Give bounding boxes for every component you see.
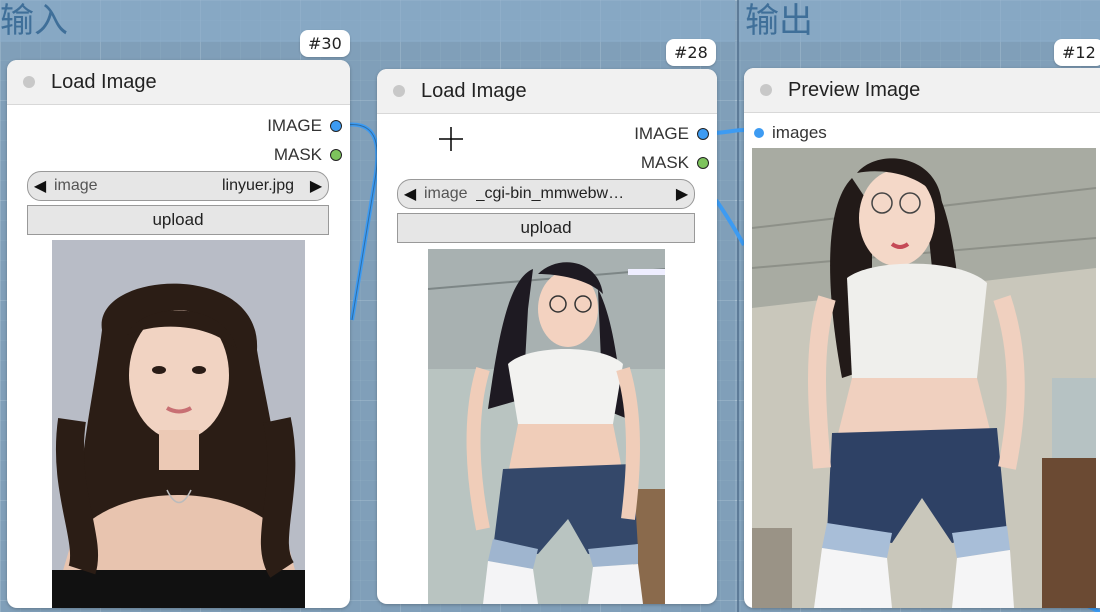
arrow-right-icon[interactable]: ▶ [304, 176, 328, 196]
output-mask-row[interactable]: MASK [274, 145, 342, 165]
output-label: IMAGE [267, 116, 322, 135]
input-images-row[interactable]: images [754, 123, 827, 143]
node-header[interactable]: Load Image [377, 69, 717, 114]
input-label: images [772, 123, 827, 142]
crosshair-cursor-icon [439, 127, 463, 151]
link-mask-28 [714, 198, 746, 247]
widget-value: _cgi-bin_mmwebw… [475, 185, 625, 202]
node-header[interactable]: Preview Image [744, 68, 1100, 113]
collapse-dot-icon[interactable] [760, 84, 772, 96]
output-label: MASK [640, 153, 689, 172]
output-image-row[interactable]: IMAGE [634, 124, 709, 144]
node-id-badge: #12 [1054, 39, 1100, 66]
arrow-left-icon[interactable]: ◀ [28, 176, 52, 196]
input-port-icon[interactable] [754, 128, 764, 138]
collapse-dot-icon[interactable] [393, 85, 405, 97]
output-port-icon[interactable] [697, 157, 709, 169]
node-load-image-28[interactable]: Load Image IMAGE MASK ◀ image _cgi-bin_m… [377, 69, 717, 604]
image-preview [52, 240, 305, 608]
node-title: Load Image [51, 70, 157, 93]
image-combo-widget[interactable]: ◀ image linyuer.jpg ▶ [27, 171, 329, 201]
node-title: Load Image [421, 79, 527, 102]
image-preview [752, 148, 1096, 608]
arrow-right-icon[interactable]: ▶ [670, 184, 694, 204]
node-header[interactable]: Load Image [7, 60, 350, 105]
node-id-badge: #28 [666, 39, 716, 66]
upload-button[interactable]: upload [27, 205, 329, 235]
image-preview [428, 249, 665, 604]
output-port-icon[interactable] [697, 128, 709, 140]
output-mask-row[interactable]: MASK [641, 153, 709, 173]
image-combo-widget[interactable]: ◀ image _cgi-bin_mmwebw… ▶ [397, 179, 695, 209]
output-image-row[interactable]: IMAGE [267, 116, 342, 136]
node-load-image-30[interactable]: Load Image IMAGE MASK ◀ image linyuer.jp… [7, 60, 350, 608]
output-port-icon[interactable] [330, 120, 342, 132]
output-label: IMAGE [634, 124, 689, 143]
node-title: Preview Image [788, 78, 921, 101]
output-label: MASK [273, 145, 322, 164]
node-id-badge: #30 [300, 30, 350, 57]
output-port-icon[interactable] [330, 149, 342, 161]
upload-button[interactable]: upload [397, 213, 695, 243]
arrow-left-icon[interactable]: ◀ [398, 184, 422, 204]
widget-name: image [424, 185, 468, 202]
collapse-dot-icon[interactable] [23, 76, 35, 88]
widget-name: image [54, 177, 98, 194]
node-preview-image-12[interactable]: Preview Image images [744, 68, 1100, 608]
widget-value: linyuer.jpg [221, 177, 294, 194]
